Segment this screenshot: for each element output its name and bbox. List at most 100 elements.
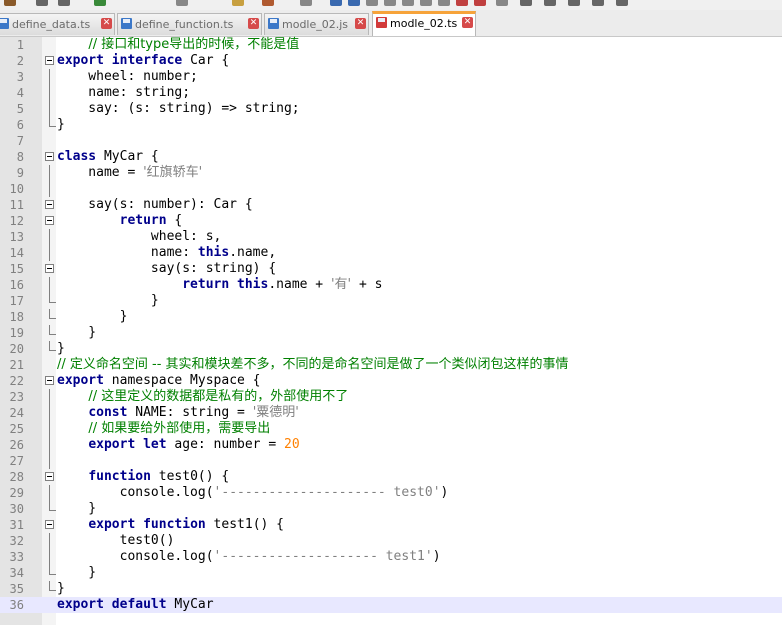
fold-toggle-icon[interactable] xyxy=(45,56,54,65)
code-line[interactable]: 27 xyxy=(0,453,782,469)
code-line[interactable]: 36 export default MyCar xyxy=(0,597,782,613)
fold-toggle-icon[interactable] xyxy=(45,520,54,529)
toolbar-icon[interactable] xyxy=(384,0,396,6)
toolbar-icon[interactable] xyxy=(456,0,468,6)
close-icon[interactable]: ✕ xyxy=(101,18,112,29)
code-line[interactable]: 35} xyxy=(0,581,782,597)
code-token: say(s: number): Car { xyxy=(57,197,253,212)
fold-toggle-icon[interactable] xyxy=(45,152,54,161)
code-line[interactable]: 12 return { xyxy=(0,213,782,229)
toolbar-icon[interactable] xyxy=(520,0,532,6)
code-line[interactable]: 33 console.log('-------------------- tes… xyxy=(0,549,782,565)
floppy-disk-icon xyxy=(121,18,132,29)
code-token: MyCar { xyxy=(96,149,159,164)
toolbar-icon[interactable] xyxy=(592,0,604,6)
fold-toggle-icon[interactable] xyxy=(45,472,54,481)
code-line[interactable]: 22 export namespace Myspace { xyxy=(0,373,782,389)
toolbar-icon[interactable] xyxy=(438,0,450,6)
fold-toggle-icon[interactable] xyxy=(45,200,54,209)
toolbar-icon[interactable] xyxy=(94,0,106,6)
code-token: this xyxy=(237,277,269,292)
code-line[interactable]: 11 say(s: number): Car { xyxy=(0,197,782,213)
line-number: 8 xyxy=(16,150,24,164)
code-line[interactable]: 23 // 这里定义的数据都是私有的，外部使用不了 xyxy=(0,389,782,405)
toolbar-icon[interactable] xyxy=(330,0,342,6)
code-line[interactable]: 26 export let age: number = 20 xyxy=(0,437,782,453)
toolbar-icon[interactable] xyxy=(568,0,580,6)
toolbar-icon[interactable] xyxy=(58,0,70,6)
code-line[interactable]: 24 const NAME: string = '粟德明' xyxy=(0,405,782,421)
code-line[interactable]: 31 export function test1() { xyxy=(0,517,782,533)
fold-guide xyxy=(49,101,50,117)
code-text: function test0() { xyxy=(57,469,229,485)
toolbar-icon[interactable] xyxy=(402,0,414,6)
code-token: console.log( xyxy=(57,485,214,500)
code-text: console.log('--------------------- test0… xyxy=(57,485,449,501)
toolbar-icon[interactable] xyxy=(4,0,16,6)
code-line[interactable]: 34 } xyxy=(0,565,782,581)
toolbar-icon[interactable] xyxy=(420,0,432,6)
code-line[interactable]: 16 return this.name + '有' + s xyxy=(0,277,782,293)
toolbar-icon[interactable] xyxy=(496,0,508,6)
code-token: function xyxy=(143,517,206,532)
code-line[interactable]: 30 } xyxy=(0,501,782,517)
fold-toggle-icon[interactable] xyxy=(45,264,54,273)
toolbar-icon[interactable] xyxy=(366,0,378,6)
code-line[interactable]: 17 } xyxy=(0,293,782,309)
code-line[interactable]: 14 name: this.name, xyxy=(0,245,782,261)
toolbar-icon[interactable] xyxy=(616,0,628,6)
code-line[interactable]: 10 xyxy=(0,181,782,197)
code-editor[interactable]: 1 // 接口和type导出的时候，不能是值 2 export interface … xyxy=(0,37,782,613)
tab-define-data[interactable]: define_data.ts ✕ xyxy=(0,13,115,35)
toolbar-icon[interactable] xyxy=(36,0,48,6)
code-line[interactable]: 18 } xyxy=(0,309,782,325)
tab-modle-02-ts[interactable]: modle_02.ts ✕ xyxy=(372,11,476,36)
code-line[interactable]: 13 wheel: s, xyxy=(0,229,782,245)
code-line[interactable]: 7 xyxy=(0,133,782,149)
code-line[interactable]: 2 export interface Car { xyxy=(0,53,782,69)
toolbar-icon[interactable] xyxy=(474,0,486,6)
line-number: 7 xyxy=(16,134,24,148)
toolbar-icon[interactable] xyxy=(262,0,274,6)
code-line[interactable]: 15 say(s: string) { xyxy=(0,261,782,277)
close-icon[interactable]: ✕ xyxy=(248,18,259,29)
code-line[interactable]: 19 } xyxy=(0,325,782,341)
code-line[interactable]: 29 console.log('--------------------- te… xyxy=(0,485,782,501)
code-line[interactable]: 32 test0() xyxy=(0,533,782,549)
code-token: { xyxy=(166,213,183,228)
code-line[interactable]: 1 // 接口和type导出的时候，不能是值 xyxy=(0,37,782,53)
fold-toggle-icon[interactable] xyxy=(45,216,54,225)
toolbar-icon[interactable] xyxy=(176,0,188,6)
toolbar-icon[interactable] xyxy=(300,0,312,6)
code-token: name: xyxy=(57,245,198,260)
code-line[interactable]: 20} xyxy=(0,341,782,357)
tab-label: define_function.ts xyxy=(135,18,234,31)
close-icon[interactable]: ✕ xyxy=(462,17,473,28)
line-number: 10 xyxy=(9,182,24,196)
toolbar-icon[interactable] xyxy=(232,0,244,6)
code-line[interactable]: 8 class MyCar { xyxy=(0,149,782,165)
fold-toggle-icon[interactable] xyxy=(45,376,54,385)
code-line[interactable]: 25 // 如果要给外部使用，需要导出 xyxy=(0,421,782,437)
code-token: say(s: string) { xyxy=(57,261,277,276)
code-line[interactable]: 4 name: string; xyxy=(0,85,782,101)
tab-define-function[interactable]: define_function.ts ✕ xyxy=(117,13,262,35)
code-token: test1() { xyxy=(205,517,285,532)
toolbar-icon[interactable] xyxy=(348,0,360,6)
code-line[interactable]: 9 name = '红旗轿车' xyxy=(0,165,782,181)
code-line[interactable]: 3 wheel: number; xyxy=(0,69,782,85)
code-token: test0() xyxy=(57,533,175,548)
fold-guide xyxy=(49,437,50,453)
code-token: ) xyxy=(432,549,441,564)
tab-modle-02-js[interactable]: modle_02.js ✕ xyxy=(264,13,369,35)
toolbar-icon[interactable] xyxy=(544,0,556,6)
code-line[interactable]: 28 function test0() { xyxy=(0,469,782,485)
code-line[interactable]: 5 say: (s: string) => string; xyxy=(0,101,782,117)
fold-end-marker xyxy=(49,341,56,351)
code-token: export xyxy=(57,53,104,68)
code-line[interactable]: 6} xyxy=(0,117,782,133)
code-line[interactable]: 21 // 定义命名空间 -- 其实和模块差不多，不同的是命名空间是做了一个类似闭… xyxy=(0,357,782,373)
code-token: NAME: string = xyxy=(127,405,253,420)
close-icon[interactable]: ✕ xyxy=(355,18,366,29)
code-token: '-------------------- test1' xyxy=(213,549,433,564)
